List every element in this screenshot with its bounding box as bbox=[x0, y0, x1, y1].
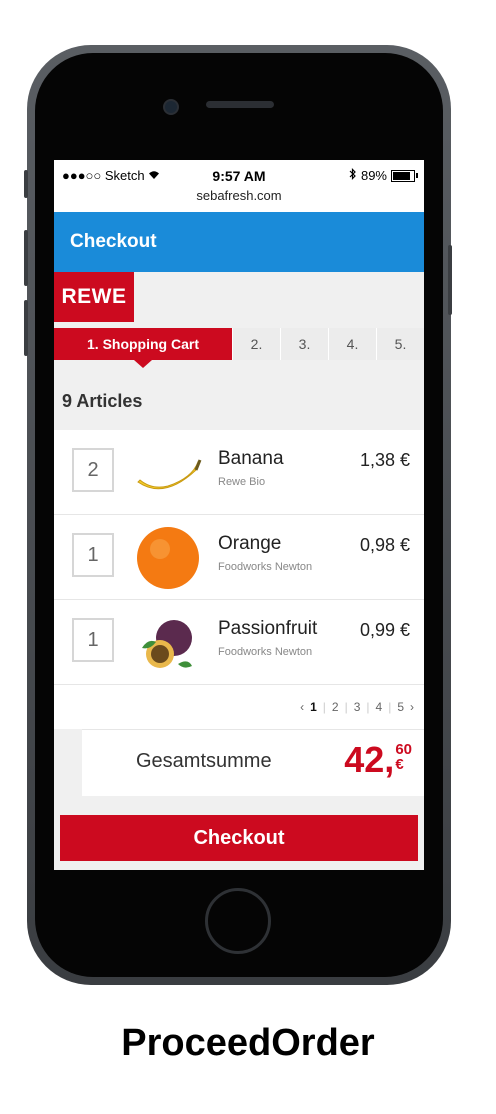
item-name: Banana bbox=[218, 448, 284, 469]
item-name: Orange bbox=[218, 533, 282, 554]
orange-image bbox=[134, 523, 204, 591]
rewe-logo: REWE bbox=[54, 272, 134, 322]
step-4[interactable]: 4. bbox=[328, 328, 376, 360]
pager-prev[interactable]: ‹ bbox=[300, 700, 304, 714]
step-shopping-cart[interactable]: 1. Shopping Cart bbox=[54, 328, 232, 368]
home-button[interactable] bbox=[205, 888, 271, 954]
pager-separator: | bbox=[344, 700, 348, 714]
app-bar: Checkout bbox=[54, 212, 424, 272]
item-price: 0,99 € bbox=[359, 620, 410, 640]
list-item[interactable]: 1 Passionfruit Foodworks Newton 0,99 € bbox=[54, 600, 424, 685]
item-price: 0,98 € bbox=[359, 535, 410, 555]
pager-page-2[interactable]: 2 bbox=[332, 700, 339, 714]
volume-up-button bbox=[24, 230, 28, 286]
checkout-button[interactable]: Checkout bbox=[60, 815, 418, 861]
pager-page-1[interactable]: 1 bbox=[310, 700, 317, 714]
caption-title: ProceedOrder bbox=[121, 1022, 375, 1064]
articles-count: 9 Articles bbox=[62, 390, 143, 411]
pagination: ‹ 1 | 2 | 3 | 4 | 5 › bbox=[54, 685, 424, 729]
item-brand: Rewe Bio bbox=[218, 476, 266, 488]
quantity-field[interactable]: 2 bbox=[72, 448, 114, 492]
checkout-steps: 1. Shopping Cart 2. 3. 4. 5. bbox=[54, 328, 424, 368]
phone-screen: ●●●○○ Sketch 9:57 AM 89% sebafresh.com C… bbox=[54, 160, 424, 870]
status-bar: ●●●○○ Sketch 9:57 AM 89% sebafresh.com bbox=[54, 160, 424, 212]
page-title: Checkout bbox=[70, 231, 157, 252]
power-button bbox=[448, 245, 452, 315]
item-brand: Foodworks Newton bbox=[218, 646, 313, 658]
battery-icon bbox=[391, 169, 415, 182]
cart-list: 2 Banana Rewe Bio 1,38 € 1 Orange Foodwo… bbox=[54, 430, 424, 685]
mute-switch bbox=[24, 170, 28, 198]
passionfruit-image bbox=[134, 608, 204, 676]
volume-down-button bbox=[24, 300, 28, 356]
banana-image bbox=[134, 438, 204, 506]
total-currency: € bbox=[395, 756, 404, 773]
item-name: Passionfruit bbox=[218, 618, 318, 639]
earpiece-speaker bbox=[206, 101, 274, 108]
pager-separator: | bbox=[322, 700, 326, 714]
brand-row: REWE bbox=[54, 272, 424, 324]
pager-page-5[interactable]: 5 bbox=[397, 700, 404, 714]
total-row: Gesamtsumme 42, 60 € bbox=[82, 729, 424, 796]
quantity-field[interactable]: 1 bbox=[72, 533, 114, 577]
item-brand: Foodworks Newton bbox=[218, 561, 313, 573]
front-camera bbox=[163, 99, 179, 115]
pager-page-4[interactable]: 4 bbox=[376, 700, 383, 714]
step-5[interactable]: 5. bbox=[376, 328, 424, 360]
list-item[interactable]: 1 Orange Foodworks Newton 0,98 € bbox=[54, 515, 424, 600]
list-item[interactable]: 2 Banana Rewe Bio 1,38 € bbox=[54, 430, 424, 515]
total-main: 42, bbox=[344, 739, 395, 780]
pager-page-3[interactable]: 3 bbox=[354, 700, 361, 714]
total-cents: 60 bbox=[395, 741, 412, 758]
url-bar[interactable]: sebafresh.com bbox=[54, 188, 424, 203]
step-3[interactable]: 3. bbox=[280, 328, 328, 360]
total-label: Gesamtsumme bbox=[136, 750, 272, 772]
bluetooth-icon bbox=[349, 168, 357, 183]
battery-percent: 89% bbox=[360, 168, 387, 183]
item-price: 1,38 € bbox=[359, 450, 410, 470]
total-price: 42, 60 € bbox=[344, 742, 412, 778]
quantity-field[interactable]: 1 bbox=[72, 618, 114, 662]
step-2[interactable]: 2. bbox=[232, 328, 280, 360]
pager-next[interactable]: › bbox=[410, 700, 414, 714]
pager-separator: | bbox=[366, 700, 370, 714]
pager-separator: | bbox=[388, 700, 392, 714]
